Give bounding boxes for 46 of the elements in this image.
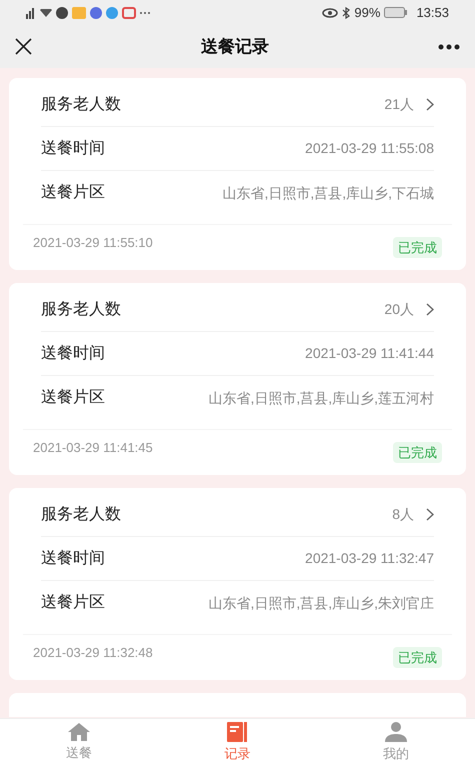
record-card[interactable]: 服务老人数 8人 送餐时间 2021-03-29 11:32:47 送餐片区 山东省,日照市,莒县,库山乡,朱刘官庄 2021-03-29 11:32:48 已完成 — [9, 488, 466, 680]
field-label: 送餐时间 — [41, 548, 105, 568]
chevron-right-icon[interactable] — [426, 98, 434, 111]
field-value: 21人 — [384, 95, 414, 114]
app-icon — [106, 6, 118, 18]
notebook-icon — [227, 722, 248, 742]
battery-icon — [384, 7, 408, 18]
record-card[interactable]: 服务老人数 20人 送餐时间 2021-03-29 11:41:44 送餐片区 山东省,日照市,莒县,库山乡,莲五河村 2021-03-29 11:41:45 已完成 — [9, 283, 466, 475]
status-tag: 已完成 — [393, 236, 442, 258]
page-title: 送餐记录 — [201, 36, 269, 58]
field-value: 2021-03-29 11:32:47 — [305, 549, 434, 568]
created-time: 2021-03-29 11:41:45 — [33, 438, 153, 456]
field-label: 服务老人数 — [41, 94, 121, 114]
created-time: 2021-03-29 11:55:10 — [33, 234, 153, 252]
app-icon — [122, 6, 136, 18]
app-icon — [90, 6, 102, 18]
field-label: 送餐时间 — [41, 344, 105, 364]
field-value: 2021-03-29 11:55:08 — [305, 139, 434, 158]
bluetooth-icon — [342, 6, 350, 18]
status-tag: 已完成 — [393, 646, 442, 668]
field-value: 山东省,日照市,莒县,库山乡,下石城 — [222, 184, 434, 202]
record-card[interactable]: 服务老人数 21人 送餐时间 2021-03-29 11:55:08 送餐片区 山东省,日照市,莒县,库山乡,下石城 2021-03-29 11:55:10 已完成 — [9, 78, 466, 270]
person-icon — [384, 722, 407, 742]
field-value: 山东省,日照市,莒县,库山乡,朱刘官庄 — [208, 594, 434, 612]
field-value: 20人 — [384, 300, 414, 319]
field-label: 服务老人数 — [41, 300, 121, 320]
status-tag: 已完成 — [393, 442, 442, 463]
field-label: 送餐片区 — [41, 182, 105, 203]
field-label: 送餐片区 — [41, 592, 105, 613]
field-label: 送餐片区 — [41, 388, 105, 408]
more-icon[interactable] — [438, 44, 460, 50]
created-time: 2021-03-29 11:32:48 — [33, 644, 153, 662]
signal-icon — [26, 6, 36, 18]
field-value: 8人 — [392, 505, 414, 524]
field-value: 2021-03-29 11:41:44 — [305, 344, 434, 363]
close-icon[interactable] — [15, 38, 32, 55]
chevron-right-icon[interactable] — [426, 508, 434, 521]
clock: 13:53 — [416, 4, 449, 22]
field-value: 山东省,日照市,莒县,库山乡,莲五河村 — [208, 388, 434, 408]
field-label: 服务老人数 — [41, 504, 121, 524]
chevron-right-icon[interactable] — [426, 303, 434, 316]
field-label: 送餐时间 — [41, 138, 105, 158]
house-icon — [68, 723, 90, 742]
eye-icon — [322, 8, 338, 18]
battery-percent: 99% — [354, 4, 380, 22]
app-icon — [72, 6, 86, 18]
